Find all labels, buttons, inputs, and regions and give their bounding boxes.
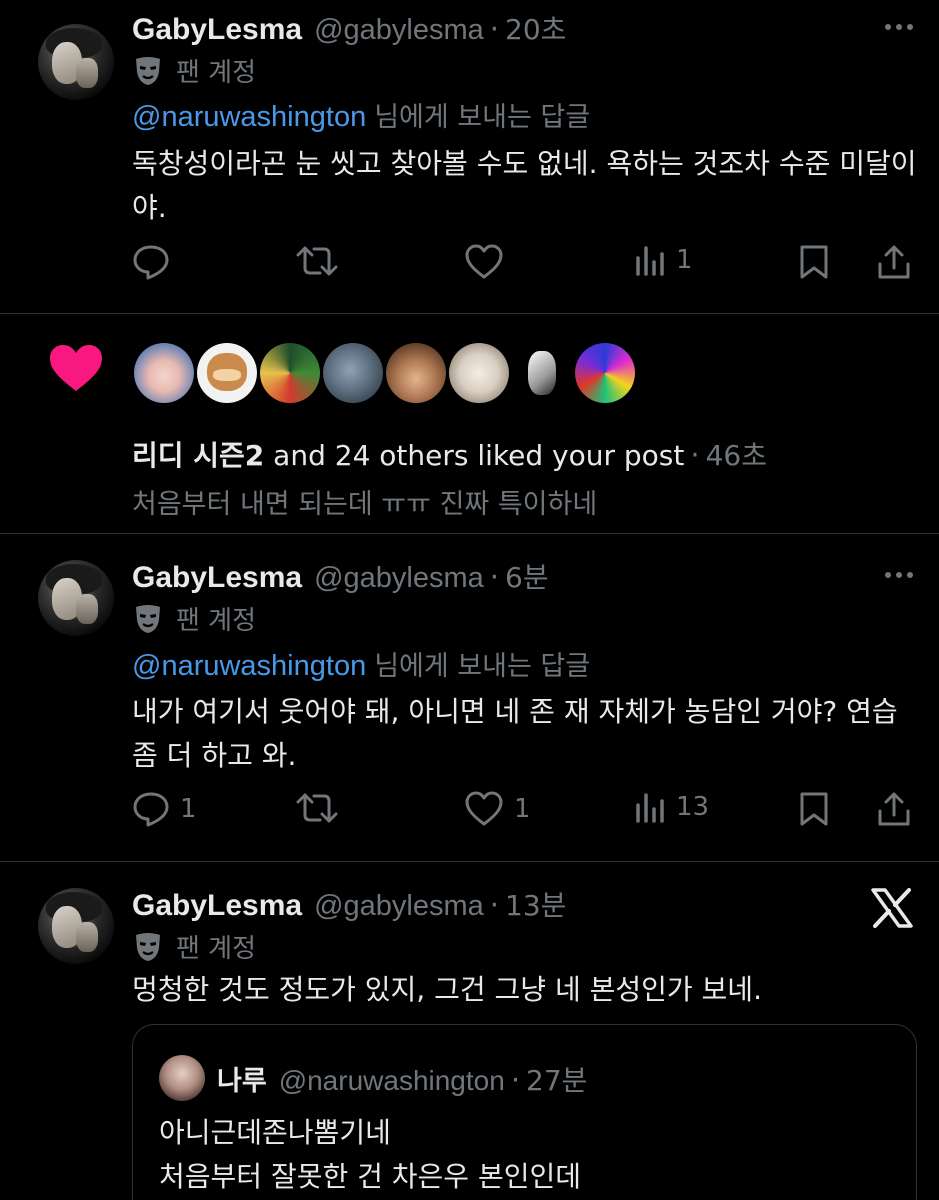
fan-account-mask-icon: [136, 604, 160, 633]
bookmark-button[interactable]: [798, 244, 830, 280]
like-icon: [465, 244, 503, 279]
timestamp: 27분: [526, 1064, 588, 1097]
timestamp[interactable]: 6분: [505, 556, 549, 596]
quoted-line: 처음부터 잘못한 건 차은우 본인인데: [159, 1160, 582, 1193]
bookmark-button[interactable]: [798, 791, 830, 827]
quoted-line: 아니근데존나뽐기네: [159, 1116, 391, 1149]
reply-mention-link[interactable]: @naruwashington: [132, 650, 366, 682]
like-button[interactable]: 1: [464, 791, 531, 827]
handle[interactable]: @gabylesma: [314, 14, 484, 47]
liker-avatar[interactable]: [386, 343, 446, 403]
tweet-1[interactable]: GabyLesma @gabylesma · 20초 팬 계정 @naruwas…: [0, 0, 939, 314]
views-icon: [636, 793, 664, 823]
more-icon[interactable]: [885, 572, 913, 578]
display-name: 나루: [217, 1066, 267, 1097]
quoted-tweet[interactable]: 나루 @naruwashington · 27분 아니근데존나뽐기네 처음부터 …: [132, 1024, 917, 1200]
notification-text: 리디 시즌2 and 24 others liked your post · 46초: [132, 434, 767, 474]
display-name[interactable]: GabyLesma: [132, 13, 302, 47]
liker-avatar[interactable]: [323, 343, 383, 403]
reply-suffix: 님에게 보내는 답글: [374, 651, 591, 682]
reply-count: 1: [180, 794, 197, 824]
fan-account-mask-icon: [136, 56, 160, 85]
liker-avatar[interactable]: [260, 343, 320, 403]
views-button[interactable]: 13: [634, 791, 709, 823]
tweet-header: GabyLesma @gabylesma · 13분: [132, 884, 566, 924]
like-icon: [465, 791, 503, 826]
reply-mention-link[interactable]: @naruwashington: [132, 101, 366, 133]
reply-icon: [133, 245, 169, 280]
fan-account-label: 팬 계정: [176, 934, 257, 964]
share-button[interactable]: [876, 791, 912, 827]
liked-post-preview: 처음부터 내면 되는데 ㅠㅠ 진짜 특이하네: [132, 489, 598, 520]
share-icon: [878, 792, 910, 826]
reply-context: @naruwashington 님에게 보내는 답글: [132, 95, 590, 134]
liker-avatar[interactable]: [134, 343, 194, 403]
display-name[interactable]: GabyLesma: [132, 889, 302, 923]
liker-avatar[interactable]: [575, 343, 635, 403]
liker-avatar[interactable]: [197, 343, 257, 403]
more-icon[interactable]: [885, 24, 913, 30]
fan-account-badge: 팬 계정: [134, 600, 256, 637]
reply-button[interactable]: 1: [132, 791, 197, 827]
liker-avatar[interactable]: [512, 343, 572, 403]
tweet-header: GabyLesma @gabylesma · 20초: [132, 8, 566, 48]
liker-name[interactable]: 리디 시즌2: [132, 439, 264, 472]
avatar[interactable]: [38, 24, 114, 100]
bookmark-icon: [800, 792, 828, 826]
action-bar: 1 1 13: [132, 791, 914, 831]
notification-rest: and 24 others liked your post: [264, 439, 685, 472]
repost-button[interactable]: [296, 244, 348, 278]
tweet-text: 독창성이라곤 눈 씻고 찾아볼 수도 없네. 욕하는 것조차 수준 미달이야.: [132, 147, 917, 224]
view-count: 13: [676, 792, 710, 822]
quoted-tweet-header: 나루 @naruwashington · 27분: [217, 1059, 587, 1099]
reply-context: @naruwashington 님에게 보내는 답글: [132, 644, 590, 683]
bookmark-icon: [800, 245, 828, 279]
x-logo-icon: [871, 888, 913, 932]
fan-account-mask-icon: [136, 932, 160, 961]
quoted-tweet-text: 아니근데존나뽐기네 처음부터 잘못한 건 차은우 본인인데: [159, 1111, 899, 1199]
separator-dot: ·: [489, 560, 499, 594]
avatar[interactable]: [159, 1055, 205, 1101]
separator-dot: ·: [690, 438, 700, 472]
separator-dot: ·: [510, 1063, 521, 1097]
fan-account-label: 팬 계정: [176, 58, 257, 88]
fan-account-badge: 팬 계정: [134, 928, 256, 965]
tweet-text: 내가 여기서 웃어야 돼, 아니면 네 존 재 자체가 농담인 거야? 연습 좀…: [132, 695, 898, 772]
liker-avatars: [134, 343, 635, 403]
notifications-feed: GabyLesma @gabylesma · 20초 팬 계정 @naruwas…: [0, 0, 939, 1200]
timestamp[interactable]: 20초: [505, 8, 566, 48]
avatar[interactable]: [38, 888, 114, 964]
timestamp: 46초: [705, 439, 767, 472]
handle[interactable]: @gabylesma: [314, 562, 484, 595]
views-button[interactable]: 1: [634, 244, 693, 276]
separator-dot: ·: [489, 12, 499, 46]
avatar[interactable]: [38, 560, 114, 636]
like-count: 1: [514, 794, 531, 824]
reply-icon: [133, 792, 169, 827]
fan-account-label: 팬 계정: [176, 606, 257, 636]
reply-button[interactable]: [132, 244, 180, 280]
liker-avatar[interactable]: [449, 343, 509, 403]
repost-icon: [296, 793, 338, 823]
repost-icon: [296, 246, 338, 276]
tweet-header: GabyLesma @gabylesma · 6분: [132, 556, 549, 596]
display-name[interactable]: GabyLesma: [132, 561, 302, 595]
reply-suffix: 님에게 보내는 답글: [374, 102, 591, 133]
action-bar: 1: [132, 244, 914, 284]
share-icon: [878, 245, 910, 279]
repost-button[interactable]: [296, 791, 348, 825]
tweet-2[interactable]: GabyLesma @gabylesma · 6분 팬 계정 @naruwash…: [0, 534, 939, 861]
handle: @naruwashington: [278, 1065, 505, 1096]
fan-account-badge: 팬 계정: [134, 52, 256, 89]
views-icon: [636, 246, 664, 276]
tweet-text: 멍청한 것도 정도가 있지, 그건 그냥 네 본성인가 보네.: [132, 973, 762, 1006]
separator-dot: ·: [489, 888, 499, 922]
like-button[interactable]: [464, 244, 514, 280]
view-count: 1: [676, 245, 693, 275]
timestamp[interactable]: 13분: [505, 884, 566, 924]
heart-filled-icon: [48, 344, 104, 398]
handle[interactable]: @gabylesma: [314, 890, 484, 923]
share-button[interactable]: [876, 244, 912, 280]
